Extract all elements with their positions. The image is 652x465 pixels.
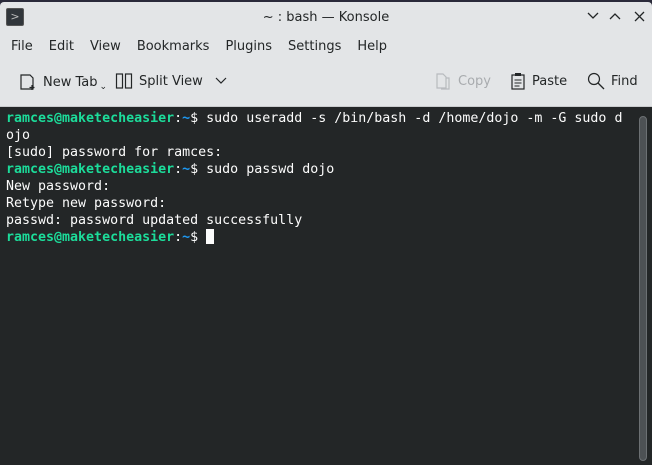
split-view-button[interactable]: Split View xyxy=(115,72,227,90)
new-tab-button[interactable]: New Tab ⌄ xyxy=(19,72,107,92)
paste-icon xyxy=(511,73,525,90)
terminal-text: : xyxy=(174,111,183,126)
toolbar: New Tab ⌄ Split View Copy Paste Find xyxy=(0,60,652,104)
menu-bookmarks[interactable]: Bookmarks xyxy=(129,39,218,54)
search-icon xyxy=(587,72,605,90)
terminal-line: ojo xyxy=(6,127,622,144)
chevron-down-icon[interactable] xyxy=(215,77,227,85)
terminal-cursor xyxy=(206,229,215,244)
terminal-text: $ xyxy=(190,230,207,245)
terminal-text: : xyxy=(174,230,183,245)
menu-view[interactable]: View xyxy=(82,39,129,54)
terminal-line: ramces@maketecheasier:~$ sudo useradd -s… xyxy=(6,110,622,127)
titlebar: > ~ : bash — Konsole xyxy=(0,2,652,32)
menu-help[interactable]: Help xyxy=(349,39,395,54)
find-label: Find xyxy=(611,73,638,89)
terminal-line: ramces@maketecheasier:~$ xyxy=(6,229,622,246)
terminal-output: ramces@maketecheasier:~$ sudo useradd -s… xyxy=(6,110,622,246)
close-icon xyxy=(634,11,644,21)
prompt-user-host: ramces@maketecheasier xyxy=(6,111,175,126)
terminal-text: $ sudo passwd dojo xyxy=(190,162,335,177)
prompt-path: ~ xyxy=(182,230,191,245)
terminal-text: ojo xyxy=(6,128,31,143)
copy-label: Copy xyxy=(458,73,491,89)
prompt-path: ~ xyxy=(182,111,191,126)
terminal-text: $ sudo useradd -s /bin/bash -d /home/doj… xyxy=(190,111,623,126)
prompt-user-host: ramces@maketecheasier xyxy=(6,162,175,177)
terminal-line: New password: xyxy=(6,178,622,195)
terminal-line: passwd: password updated successfully xyxy=(6,212,622,229)
split-view-icon xyxy=(115,73,133,89)
menu-file[interactable]: File xyxy=(3,39,41,54)
menu-edit[interactable]: Edit xyxy=(41,39,82,54)
new-tab-icon xyxy=(20,74,35,90)
terminal-text: : xyxy=(174,162,183,177)
terminal-text: passwd: password updated successfully xyxy=(6,213,303,228)
paste-button[interactable]: Paste xyxy=(510,72,567,90)
terminal-text: Retype new password: xyxy=(6,196,167,211)
scrollbar[interactable] xyxy=(639,116,647,461)
terminal-line: [sudo] password for ramces: xyxy=(6,144,622,161)
close-button[interactable] xyxy=(630,7,648,25)
copy-icon xyxy=(436,73,450,90)
chevron-up-icon xyxy=(609,13,621,20)
terminal-text: New password: xyxy=(6,179,111,194)
chevron-down-icon xyxy=(587,12,599,19)
terminal-line: Retype new password: xyxy=(6,195,622,212)
terminal-line: ramces@maketecheasier:~$ sudo passwd doj… xyxy=(6,161,622,178)
menu-settings[interactable]: Settings xyxy=(280,39,349,54)
find-button[interactable]: Find xyxy=(587,72,638,90)
window-title: ~ : bash — Konsole xyxy=(262,9,390,25)
prompt-user-host: ramces@maketecheasier xyxy=(6,230,175,245)
new-tab-dropdown-icon[interactable]: ⌄ xyxy=(100,82,108,92)
copy-button[interactable]: Copy xyxy=(434,72,491,90)
menubar: File Edit View Bookmarks Plugins Setting… xyxy=(0,32,652,60)
menu-plugins[interactable]: Plugins xyxy=(217,39,280,54)
konsole-window: > ~ : bash — Konsole File Edit View Book… xyxy=(0,2,652,465)
prompt-path: ~ xyxy=(182,162,191,177)
terminal-text: [sudo] password for ramces: xyxy=(6,145,223,160)
maximize-button[interactable] xyxy=(606,7,624,25)
new-tab-label: New Tab xyxy=(43,74,98,90)
split-view-label: Split View xyxy=(139,73,203,89)
terminal-view[interactable]: ramces@maketecheasier:~$ sudo useradd -s… xyxy=(0,106,652,465)
paste-label: Paste xyxy=(532,73,568,89)
konsole-app-icon[interactable]: > xyxy=(6,8,24,26)
minimize-button[interactable] xyxy=(584,7,602,25)
